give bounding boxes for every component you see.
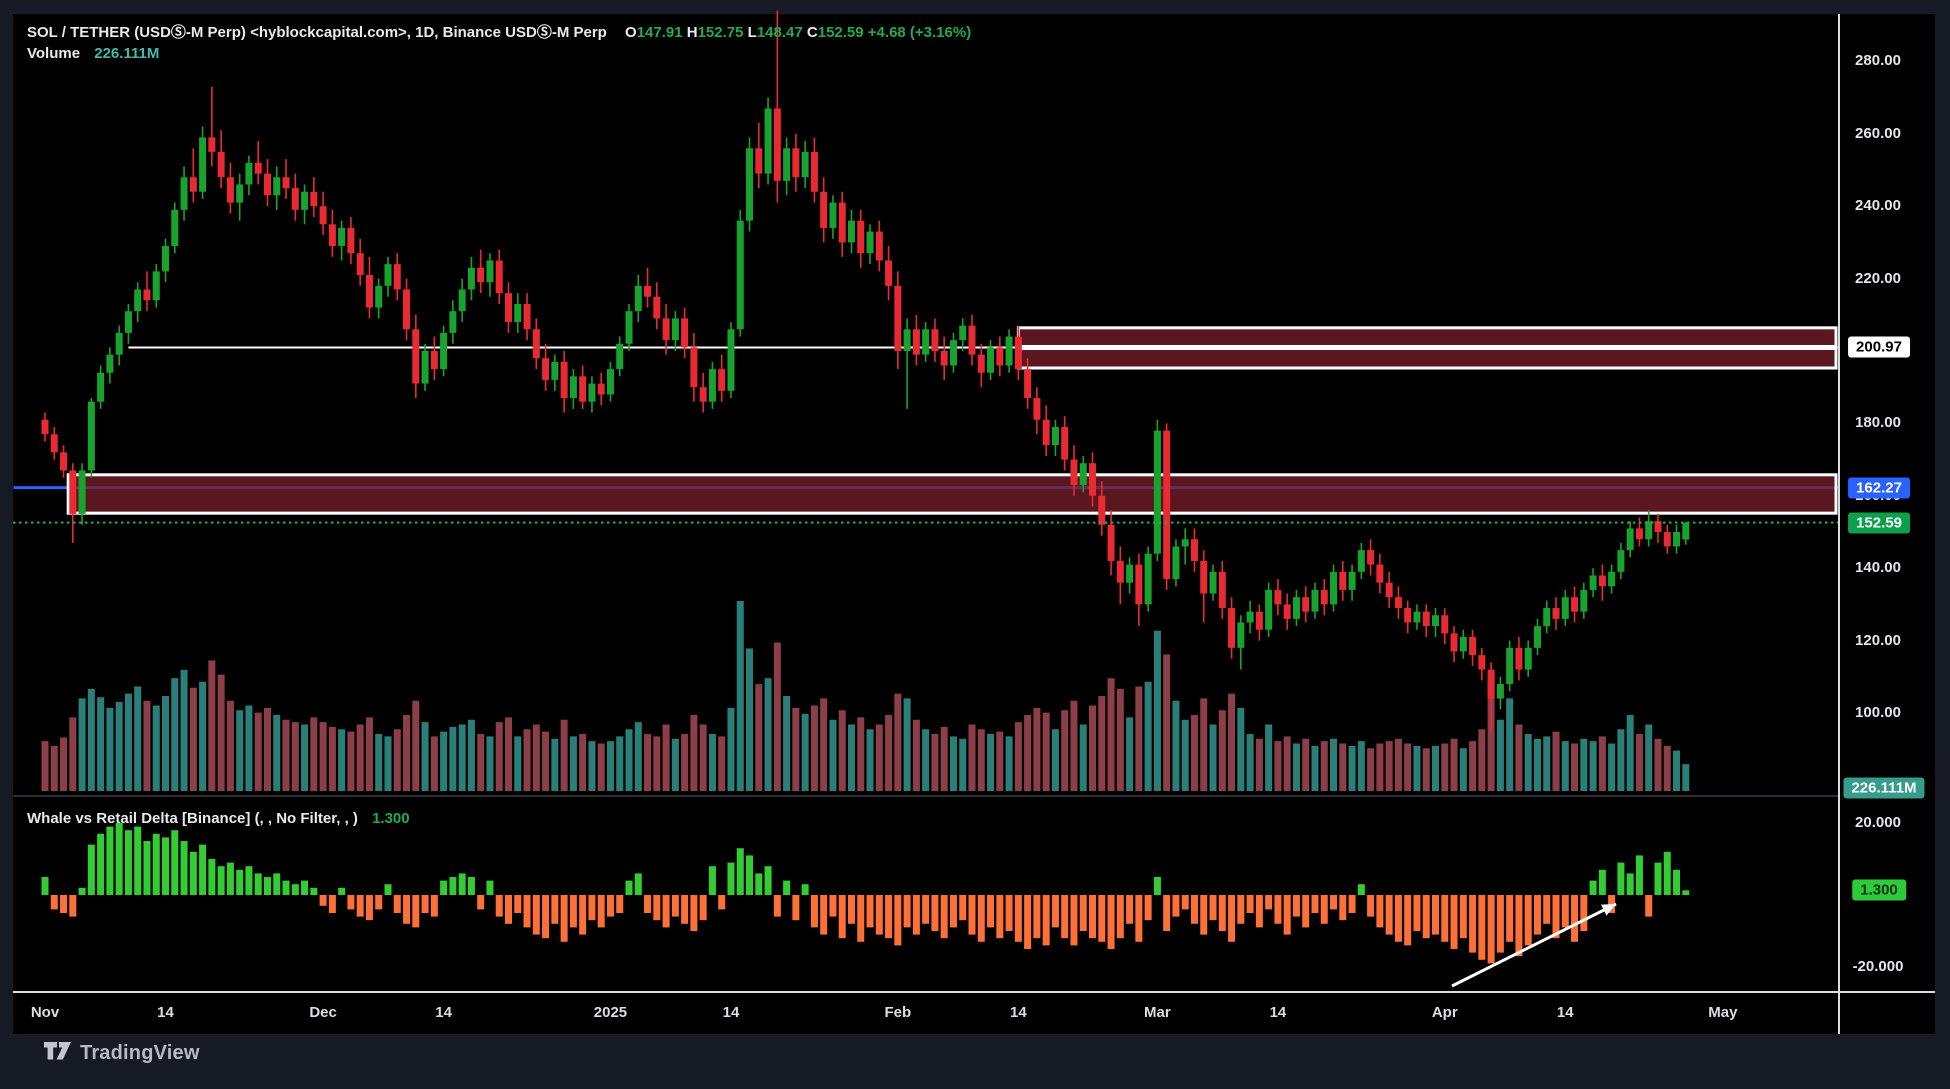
price-tick-label[interactable]: 240.00 <box>1830 197 1926 214</box>
tradingview-logo-text: TradingView <box>80 1042 200 1065</box>
indicator-tick-label[interactable]: -20.000 <box>1830 958 1926 975</box>
price-tick-label[interactable]: 140.00 <box>1830 559 1926 576</box>
time-axis-label-apr[interactable]: Apr <box>1432 1004 1458 1021</box>
chart-widget[interactable] <box>13 14 1935 1034</box>
time-axis-label-14[interactable]: 14 <box>157 1004 174 1021</box>
time-axis-label-14[interactable]: 14 <box>1010 1004 1027 1021</box>
price-badge-white-line-price: 200.97 <box>1848 337 1910 358</box>
tradingview-logo[interactable]: TradingView <box>44 1042 200 1065</box>
price-badge-last-price: 152.59 <box>1848 512 1910 533</box>
price-tick-label[interactable]: 120.00 <box>1830 632 1926 649</box>
time-axis-label-14[interactable]: 14 <box>435 1004 452 1021</box>
time-axis-label-14[interactable]: 14 <box>1557 1004 1574 1021</box>
volume-badge: 226.111M <box>1843 778 1924 799</box>
high-value: 152.75 <box>698 24 744 41</box>
chart-header: SOL / TETHER (USDⓈ-M Perp) <hyblockcapit… <box>27 21 971 42</box>
price-tick-label[interactable]: 220.00 <box>1830 270 1926 287</box>
close-value: 152.59 <box>818 24 864 41</box>
price-tick-label[interactable]: 100.00 <box>1830 704 1926 721</box>
indicator-title[interactable]: Whale vs Retail Delta [Binance] (, , No … <box>27 810 358 827</box>
open-label: O <box>625 24 637 41</box>
time-axis-label-may[interactable]: May <box>1708 1004 1737 1021</box>
low-label: L <box>748 24 757 41</box>
high-label: H <box>687 24 698 41</box>
time-axis-label-2025[interactable]: 2025 <box>594 1004 627 1021</box>
tradingview-chart-window: SOL / TETHER (USDⓈ-M Perp) <hyblockcapit… <box>0 0 1950 1089</box>
time-axis-label-mar[interactable]: Mar <box>1144 1004 1171 1021</box>
close-label: C <box>807 24 818 41</box>
tradingview-logo-icon <box>44 1042 71 1065</box>
indicator-value: 1.300 <box>372 810 410 827</box>
volume-value: 226.111M <box>94 45 159 62</box>
time-axis-label-14[interactable]: 14 <box>723 1004 740 1021</box>
volume-row: Volume 226.111M <box>27 45 159 62</box>
time-axis-label-14[interactable]: 14 <box>1270 1004 1287 1021</box>
ohlc-readout: O147.91 H152.75 L148.47 C152.59 +4.68 (+… <box>625 24 971 41</box>
price-tick-label[interactable]: 180.00 <box>1830 414 1926 431</box>
open-value: 147.91 <box>637 24 683 41</box>
price-badge-blue-line-price: 162.27 <box>1848 477 1910 498</box>
time-axis-label-nov[interactable]: Nov <box>31 1004 59 1021</box>
indicator-row: Whale vs Retail Delta [Binance] (, , No … <box>27 810 410 827</box>
symbol-title[interactable]: SOL / TETHER (USDⓈ-M Perp) <hyblockcapit… <box>27 24 607 41</box>
indicator-value-badge: 1.300 <box>1852 880 1906 901</box>
indicator-tick-label[interactable]: 20.000 <box>1830 814 1926 831</box>
price-tick-label[interactable]: 260.00 <box>1830 125 1926 142</box>
time-axis-label-feb[interactable]: Feb <box>884 1004 911 1021</box>
volume-label[interactable]: Volume <box>27 45 80 62</box>
low-value: 148.47 <box>757 24 803 41</box>
change-value: +4.68 (+3.16%) <box>868 24 971 41</box>
price-tick-label[interactable]: 280.00 <box>1830 52 1926 69</box>
time-axis-label-dec[interactable]: Dec <box>309 1004 337 1021</box>
